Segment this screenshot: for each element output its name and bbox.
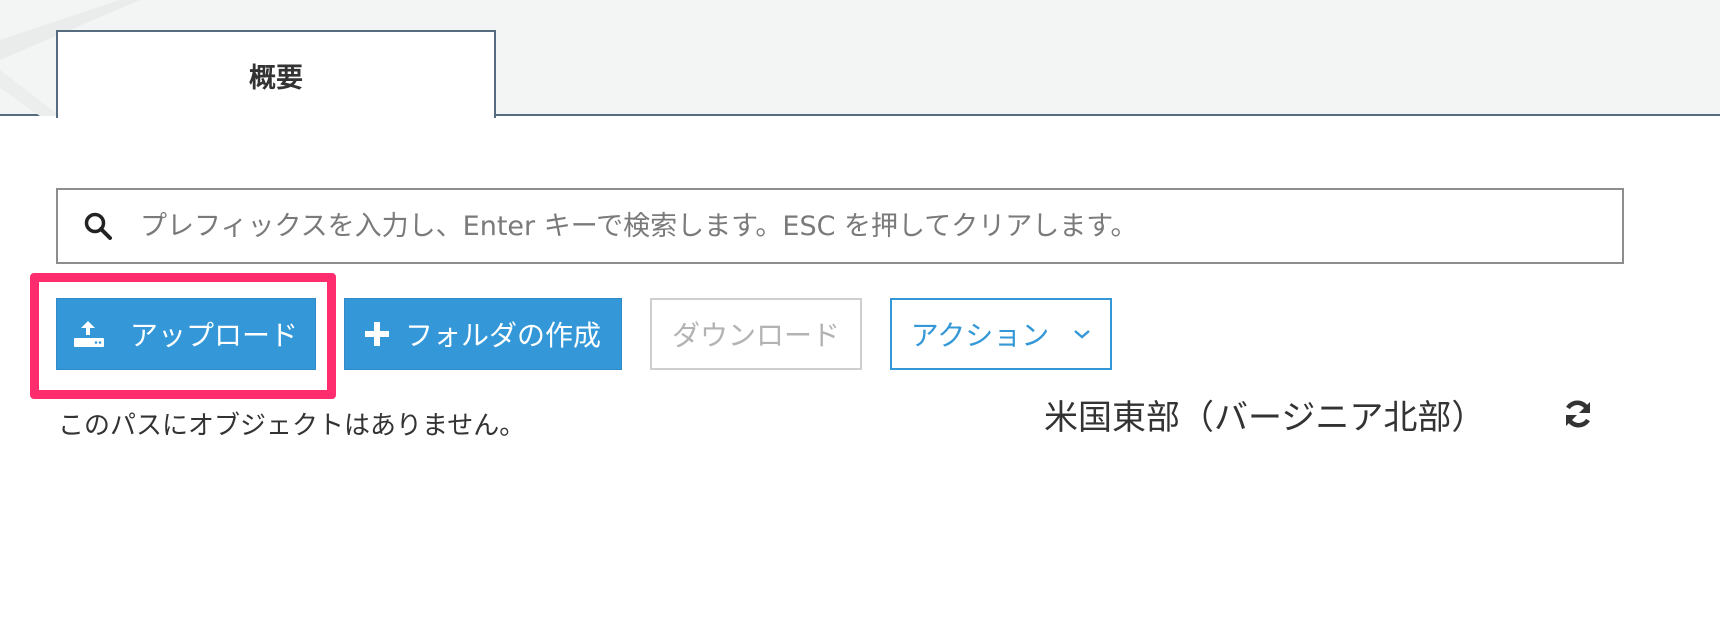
plus-icon xyxy=(364,322,389,346)
tab-overview[interactable]: 概要 xyxy=(56,30,496,118)
download-button[interactable]: ダウンロード xyxy=(650,298,862,370)
empty-state-message: このパスにオブジェクトはありません。 xyxy=(58,411,526,441)
search-input[interactable] xyxy=(138,195,1622,257)
refresh-icon[interactable] xyxy=(1562,398,1594,430)
upload-button-label: アップロード xyxy=(129,319,298,352)
upload-icon xyxy=(73,321,104,347)
create-folder-button[interactable]: フォルダの作成 xyxy=(344,298,622,370)
download-button-label: ダウンロード xyxy=(671,319,840,352)
prefix-search[interactable] xyxy=(56,188,1624,264)
tab-overview-label: 概要 xyxy=(249,62,303,94)
create-folder-button-label: フォルダの作成 xyxy=(404,319,601,352)
actions-dropdown-label: アクション xyxy=(910,319,1050,352)
upload-button[interactable]: アップロード xyxy=(56,298,316,370)
search-icon xyxy=(80,208,116,244)
region-label: 米国東部（バージニア北部） xyxy=(1044,398,1486,438)
chevron-down-icon xyxy=(1073,328,1091,340)
actions-dropdown[interactable]: アクション xyxy=(890,298,1112,370)
